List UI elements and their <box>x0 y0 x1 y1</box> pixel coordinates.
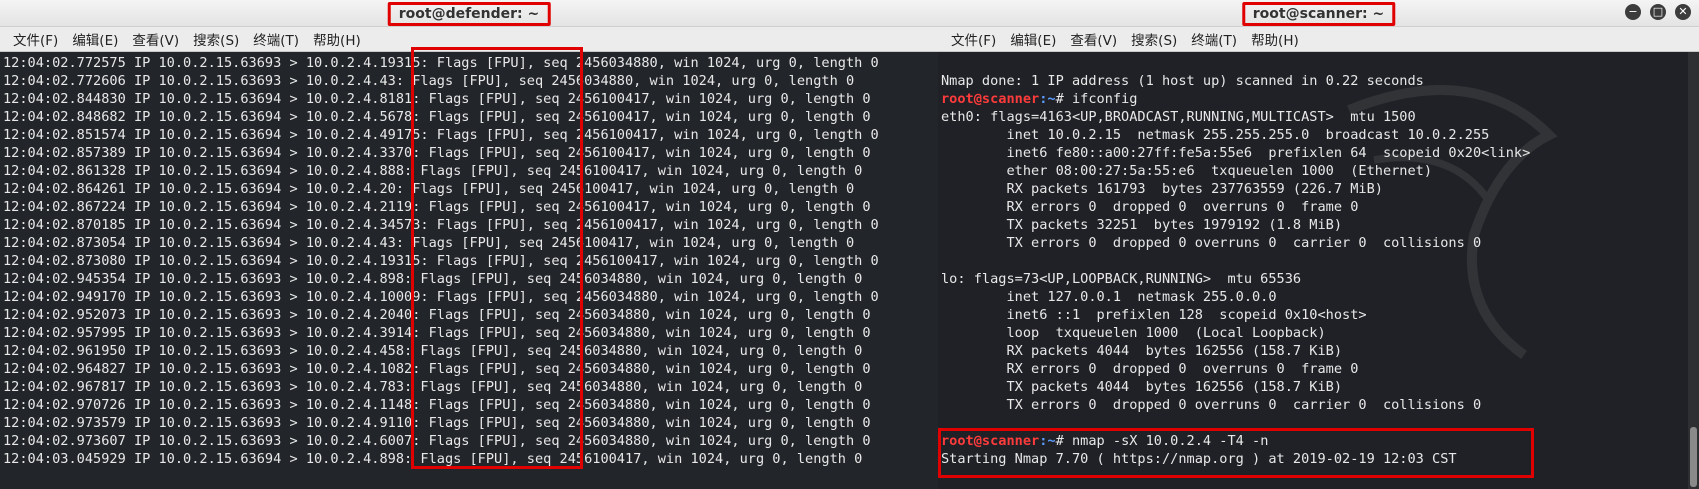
output-line: RX errors 0 dropped 0 overruns 0 frame 0 <box>941 361 1359 377</box>
close-icon[interactable]: ✕ <box>1675 4 1691 20</box>
prompt-user: root@scanner <box>941 91 1040 107</box>
output-line: eth0: flags=4163<UP,BROADCAST,RUNNING,MU… <box>941 109 1416 125</box>
output-line: lo: flags=73<UP,LOOPBACK,RUNNING> mtu 65… <box>941 271 1302 287</box>
maximize-icon[interactable]: □ <box>1650 4 1666 20</box>
menu-search[interactable]: 搜索(S) <box>1124 29 1184 49</box>
tcpdump-line: 12:04:02.945354 IP 10.0.2.15.63693 > 10.… <box>3 271 863 287</box>
menu-search[interactable]: 搜索(S) <box>186 29 246 49</box>
command-text: nmap -sX 10.0.2.4 -T4 -n <box>1071 433 1269 449</box>
menu-edit[interactable]: 编辑(E) <box>65 29 125 49</box>
defender-terminal-window: root@defender: ~ 文件(F) 编辑(E) 查看(V) 搜索(S)… <box>0 0 938 489</box>
output-line: inet6 ::1 prefixlen 128 scopeid 0x10<hos… <box>941 307 1367 323</box>
menu-help[interactable]: 帮助(H) <box>306 29 368 49</box>
output-line: TX errors 0 dropped 0 overruns 0 carrier… <box>941 235 1482 251</box>
window-title: root@defender: ~ <box>387 2 551 26</box>
tcpdump-line: 12:04:02.848682 IP 10.0.2.15.63694 > 10.… <box>3 109 871 125</box>
tcpdump-line: 12:04:02.964827 IP 10.0.2.15.63693 > 10.… <box>3 361 871 377</box>
output-line: inet6 fe80::a00:27ff:fe5a:55e6 prefixlen… <box>941 145 1531 161</box>
menu-terminal[interactable]: 终端(T) <box>1184 29 1244 49</box>
tcpdump-line: 12:04:02.772606 IP 10.0.2.15.63693 > 10.… <box>3 73 855 89</box>
output-line: ether 08:00:27:5a:55:e6 txqueuelen 1000 … <box>941 163 1433 179</box>
menu-bar: 文件(F) 编辑(E) 查看(V) 搜索(S) 终端(T) 帮助(H) <box>938 27 1699 52</box>
tcpdump-line: 12:04:02.864261 IP 10.0.2.15.63694 > 10.… <box>3 181 855 197</box>
tcpdump-line: 12:04:02.870185 IP 10.0.2.15.63694 > 10.… <box>3 217 879 233</box>
output-line: Nmap done: 1 IP address (1 host up) scan… <box>941 73 1424 89</box>
scrollbar[interactable] <box>1688 52 1699 489</box>
scanner-terminal-window: root@scanner: ~ − □ ✕ 文件(F) 编辑(E) 查看(V) … <box>938 0 1699 489</box>
minimize-icon[interactable]: − <box>1625 4 1641 20</box>
output-line: Starting Nmap 7.70 ( https://nmap.org ) … <box>941 451 1457 467</box>
prompt-symbol: # <box>1055 91 1072 107</box>
menu-help[interactable]: 帮助(H) <box>1244 29 1306 49</box>
tcpdump-line: 12:04:02.961950 IP 10.0.2.15.63693 > 10.… <box>3 343 863 359</box>
tcpdump-line: 12:04:02.857389 IP 10.0.2.15.63694 > 10.… <box>3 145 871 161</box>
window-controls: − □ ✕ <box>1625 4 1691 20</box>
menu-file[interactable]: 文件(F) <box>6 29 65 49</box>
prompt-path: :~ <box>1039 91 1056 107</box>
menu-view[interactable]: 查看(V) <box>1063 29 1124 49</box>
tcpdump-line: 12:04:02.873054 IP 10.0.2.15.63694 > 10.… <box>3 235 855 251</box>
output-line: TX packets 32251 bytes 1979192 (1.8 MiB) <box>941 217 1343 233</box>
menu-file[interactable]: 文件(F) <box>944 29 1003 49</box>
output-line: inet 10.0.2.15 netmask 255.255.255.0 bro… <box>941 127 1490 143</box>
tcpdump-line: 12:04:02.873080 IP 10.0.2.15.63694 > 10.… <box>3 253 879 269</box>
shell-prompt-line: root@scanner:~# ifconfig <box>941 90 1685 108</box>
menu-edit[interactable]: 编辑(E) <box>1003 29 1063 49</box>
tcpdump-line: 12:04:02.973579 IP 10.0.2.15.63693 > 10.… <box>3 415 871 431</box>
output-line: TX packets 4044 bytes 162556 (158.7 KiB) <box>941 379 1343 395</box>
title-bar[interactable]: root@scanner: ~ − □ ✕ <box>938 0 1699 27</box>
output-line: RX errors 0 dropped 0 overruns 0 frame 0 <box>941 199 1359 215</box>
menu-terminal[interactable]: 终端(T) <box>246 29 306 49</box>
tcpdump-line: 12:04:03.045929 IP 10.0.2.15.63694 > 10.… <box>3 451 863 467</box>
scroll-thumb[interactable] <box>1690 427 1697 487</box>
tcpdump-line: 12:04:02.851574 IP 10.0.2.15.63694 > 10.… <box>3 127 879 143</box>
title-bar[interactable]: root@defender: ~ <box>0 0 938 27</box>
output-line: loop txqueuelen 1000 (Local Loopback) <box>941 325 1326 341</box>
output-line: RX packets 161793 bytes 237763559 (226.7… <box>941 181 1383 197</box>
tcpdump-line: 12:04:02.772575 IP 10.0.2.15.63693 > 10.… <box>3 55 879 71</box>
tcpdump-line: 12:04:02.967817 IP 10.0.2.15.63693 > 10.… <box>3 379 863 395</box>
terminal-output[interactable]: 12:04:02.772575 IP 10.0.2.15.63693 > 10.… <box>0 52 938 489</box>
output-line: RX packets 4044 bytes 162556 (158.7 KiB) <box>941 343 1343 359</box>
menu-bar: 文件(F) 编辑(E) 查看(V) 搜索(S) 终端(T) 帮助(H) <box>0 27 938 52</box>
shell-prompt-line: root@scanner:~# nmap -sX 10.0.2.4 -T4 -n <box>941 432 1685 450</box>
window-title: root@scanner: ~ <box>1241 2 1396 26</box>
tcpdump-line: 12:04:02.949170 IP 10.0.2.15.63693 > 10.… <box>3 289 879 305</box>
tcpdump-line: 12:04:02.861328 IP 10.0.2.15.63694 > 10.… <box>3 163 863 179</box>
tcpdump-line: 12:04:02.867224 IP 10.0.2.15.63694 > 10.… <box>3 199 871 215</box>
tcpdump-line: 12:04:02.970726 IP 10.0.2.15.63693 > 10.… <box>3 397 871 413</box>
menu-view[interactable]: 查看(V) <box>125 29 186 49</box>
command-text: ifconfig <box>1071 91 1138 107</box>
tcpdump-line: 12:04:02.952073 IP 10.0.2.15.63693 > 10.… <box>3 307 871 323</box>
output-line: inet 127.0.0.1 netmask 255.0.0.0 <box>941 289 1277 305</box>
prompt-user: root@scanner <box>941 433 1040 449</box>
terminal-output[interactable]: Nmap done: 1 IP address (1 host up) scan… <box>938 52 1688 489</box>
output-line: TX errors 0 dropped 0 overruns 0 carrier… <box>941 397 1482 413</box>
tcpdump-line: 12:04:02.973607 IP 10.0.2.15.63693 > 10.… <box>3 433 871 449</box>
prompt-symbol: # <box>1055 433 1072 449</box>
prompt-path: :~ <box>1039 433 1056 449</box>
tcpdump-line: 12:04:02.957995 IP 10.0.2.15.63693 > 10.… <box>3 325 871 341</box>
tcpdump-line: 12:04:02.844830 IP 10.0.2.15.63694 > 10.… <box>3 91 871 107</box>
